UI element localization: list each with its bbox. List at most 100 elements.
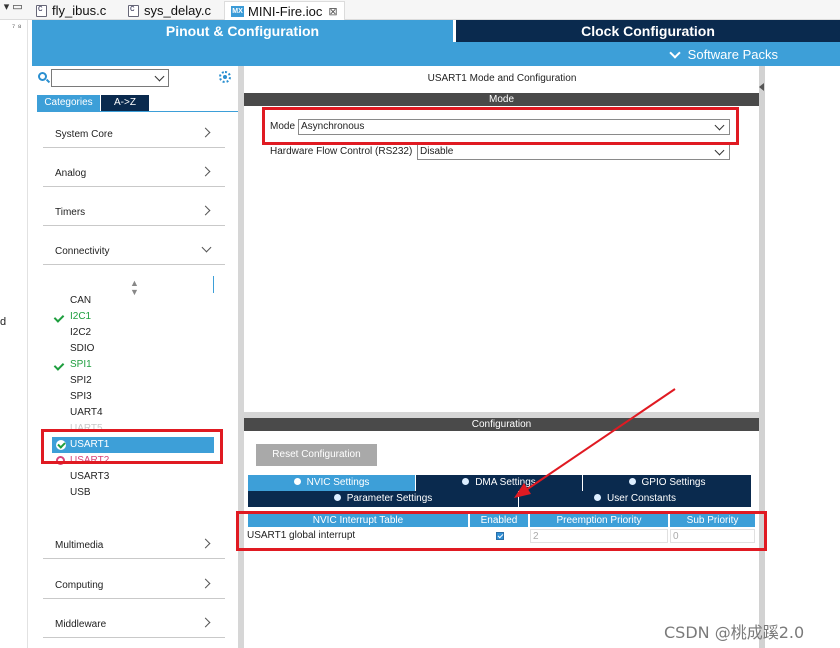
tab-label: Parameter Settings (346, 493, 433, 504)
tab-parameter-settings[interactable]: Parameter Settings (248, 491, 519, 507)
close-tab-icon[interactable]: ⊠ (328, 5, 337, 18)
category-analog[interactable]: Analog (43, 157, 225, 187)
peripheral-label: UART4 (70, 407, 103, 418)
category-label: System Core (55, 129, 113, 140)
status-dot-icon (628, 478, 636, 485)
tab-label: NVIC Settings (306, 477, 370, 488)
chevron-right-icon (200, 127, 211, 138)
software-packs-menu[interactable]: Software Packs (669, 46, 778, 62)
peripheral-label: SPI3 (70, 391, 92, 402)
hwflow-label: Hardware Flow Control (RS232) (270, 146, 413, 157)
status-dot-icon (594, 494, 602, 501)
sub-header-bar: Software Packs (32, 42, 840, 66)
clipped-text: d (0, 316, 7, 328)
category-multimedia[interactable]: Multimedia (43, 529, 225, 559)
chevron-down-icon[interactable] (154, 71, 165, 82)
red-highlight-usart1 (41, 429, 223, 464)
right-scrollbar[interactable] (759, 66, 765, 648)
red-highlight-nvic-table (236, 511, 767, 551)
hwflow-select[interactable]: Disable (417, 144, 730, 160)
peripheral-usart3[interactable]: USART3 (52, 469, 214, 485)
hwflow-value: Disable (420, 146, 454, 157)
tab-label: sys_delay.c (144, 3, 211, 18)
peripheral-label: USART3 (70, 471, 110, 482)
peripheral-label: SPI2 (70, 375, 92, 386)
chevron-right-icon (200, 578, 211, 589)
reset-configuration-button[interactable]: Reset Configuration (256, 444, 377, 466)
peripheral-i2c2[interactable]: I2C2 (52, 325, 214, 341)
tab-user-constants[interactable]: User Constants (519, 491, 752, 507)
peripheral-can[interactable]: CAN (52, 293, 214, 309)
category-system-core[interactable]: System Core (43, 118, 225, 148)
peripheral-spi2[interactable]: SPI2 (52, 373, 214, 389)
tab-nvic-settings[interactable]: NVIC Settings (248, 475, 416, 491)
watermark: CSDN @桃成蹊2.0 (664, 623, 805, 642)
peripheral-label: I2C1 (70, 311, 92, 322)
tab-clock-configuration[interactable]: Clock Configuration (456, 20, 840, 42)
category-computing[interactable]: Computing (43, 569, 225, 599)
chevron-right-icon (200, 538, 211, 549)
view-menu-icon[interactable]: ▾ (1, 2, 12, 13)
software-packs-label: Software Packs (687, 47, 778, 62)
tab-gpio-settings[interactable]: GPIO Settings (583, 475, 752, 491)
category-label: Timers (55, 207, 86, 218)
tab-label: fly_ibus.c (52, 3, 107, 18)
editor-tab-strip: ▾ ▭ fly_ibus.c sys_delay.c MX MINI-Fire.… (0, 0, 840, 20)
mode-section-bar: Mode (244, 93, 759, 106)
mx-file-icon: MX (231, 5, 244, 17)
tab-mini-fire-ioc[interactable]: MX MINI-Fire.ioc ⊠ (224, 1, 345, 20)
chevron-right-icon (200, 166, 211, 177)
tab-label: DMA Settings (475, 477, 536, 488)
peripheral-label: USB (70, 487, 91, 498)
left-side-strip (0, 20, 28, 648)
category-connectivity[interactable]: Connectivity (43, 235, 225, 265)
gear-icon[interactable] (219, 71, 231, 83)
toolbar-glyph-icon[interactable]: ⁷ ⁸ (12, 22, 22, 32)
peripheral-label: SDIO (70, 343, 95, 354)
chevron-right-icon (200, 205, 211, 216)
text-cursor (213, 276, 214, 293)
chevron-down-icon (201, 242, 212, 253)
status-dot-icon (293, 478, 301, 485)
panel-title: USART1 Mode and Configuration (427, 73, 577, 84)
tab-categories[interactable]: Categories (37, 95, 100, 111)
peripheral-label: I2C2 (70, 327, 92, 338)
chevron-down-icon (714, 145, 725, 156)
peripheral-sdio[interactable]: SDIO (52, 341, 214, 357)
tab-sys-delay[interactable]: sys_delay.c (128, 1, 211, 20)
peripheral-spi1[interactable]: SPI1 (52, 357, 214, 373)
minimize-icon[interactable]: ▭ (12, 2, 23, 13)
tab-label: User Constants (607, 493, 676, 504)
configuration-section-bar: Configuration (244, 418, 759, 431)
c-file-icon (36, 3, 47, 17)
peripheral-i2c1[interactable]: I2C1 (52, 309, 214, 325)
category-label: Multimedia (55, 540, 104, 551)
collapse-arrow-icon[interactable] (759, 83, 764, 91)
category-label: Connectivity (55, 246, 110, 257)
tab-label: GPIO Settings (641, 477, 706, 488)
category-label: Analog (55, 168, 87, 179)
status-dot-icon (333, 494, 341, 501)
peripheral-label: CAN (70, 295, 92, 306)
peripheral-label: SPI1 (70, 359, 92, 370)
category-label: Middleware (55, 619, 107, 630)
peripheral-usb[interactable]: USB (52, 485, 214, 501)
peripheral-spi3[interactable]: SPI3 (52, 389, 214, 405)
red-highlight-mode (262, 107, 739, 145)
status-dot-icon (462, 478, 470, 485)
category-timers[interactable]: Timers (43, 196, 225, 226)
peripheral-uart4[interactable]: UART4 (52, 405, 214, 421)
search-icon (38, 72, 47, 81)
category-label: Computing (55, 580, 104, 591)
chevron-down-icon (669, 46, 681, 59)
tab-dma-settings[interactable]: DMA Settings (416, 475, 583, 491)
search-input[interactable] (51, 69, 169, 87)
tab-underline (37, 111, 238, 112)
tab-pinout-configuration[interactable]: Pinout & Configuration (32, 20, 453, 42)
category-middleware[interactable]: Middleware (43, 608, 225, 638)
chevron-right-icon (200, 617, 211, 628)
tab-a-to-z[interactable]: A->Z (101, 95, 149, 111)
tab-fly-ibus[interactable]: fly_ibus.c (36, 1, 106, 20)
tab-label: MINI-Fire.ioc (248, 3, 323, 19)
c-file-icon (128, 3, 139, 17)
